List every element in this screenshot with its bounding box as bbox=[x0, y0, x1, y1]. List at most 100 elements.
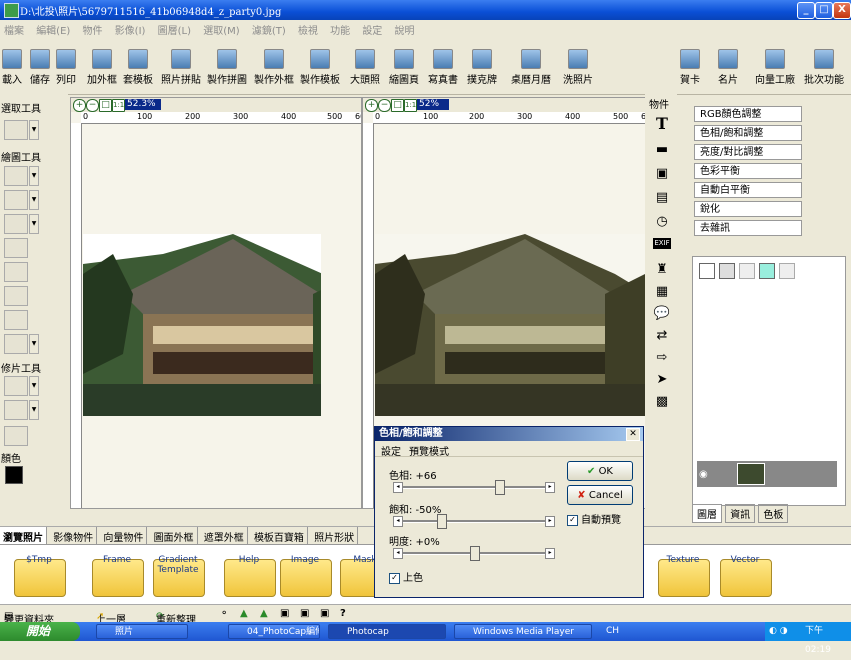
folder-item[interactable]: Image bbox=[280, 553, 332, 597]
greeting-card-button[interactable]: 賀卡 bbox=[680, 39, 700, 86]
slider-right-cap[interactable]: ▸ bbox=[545, 516, 555, 527]
close-button[interactable]: X bbox=[833, 2, 851, 19]
chevron-down-icon[interactable]: ▼ bbox=[29, 214, 39, 234]
chevron-down-icon[interactable]: ▼ bbox=[29, 120, 39, 140]
layer-props-icon[interactable] bbox=[779, 263, 795, 279]
arrow-right-icon[interactable]: ⇨ bbox=[653, 350, 671, 366]
slider-right-cap[interactable]: ▸ bbox=[545, 548, 555, 559]
folder-item[interactable]: $Tmp bbox=[14, 553, 66, 597]
text-tool-icon[interactable]: T bbox=[653, 116, 671, 132]
redeye-tool[interactable] bbox=[4, 426, 28, 446]
menu-function[interactable]: 功能 bbox=[326, 20, 355, 37]
slider-left-cap[interactable]: ◂ bbox=[393, 482, 403, 493]
menu-object[interactable]: 物件 bbox=[79, 20, 108, 37]
tab-template-box[interactable]: 模板百寶箱 bbox=[251, 527, 308, 544]
zoom-in-icon[interactable]: + bbox=[73, 99, 86, 112]
ok-button[interactable]: ✔ OK bbox=[567, 461, 633, 481]
view-sort2-icon[interactable]: ▲ bbox=[260, 608, 268, 619]
adjust-auto-white-balance[interactable]: 自動白平衡 bbox=[694, 182, 802, 198]
view-f1-icon[interactable]: ▣ bbox=[280, 608, 289, 619]
task-media-player[interactable]: Windows Media Player bbox=[454, 624, 592, 639]
batch-button[interactable]: 批次功能 bbox=[804, 39, 844, 86]
checker-icon[interactable]: ▩ bbox=[653, 394, 671, 410]
business-card-button[interactable]: 名片 bbox=[718, 39, 738, 86]
maximize-button[interactable]: □ bbox=[815, 2, 833, 19]
tab-palette[interactable]: 色板 bbox=[758, 504, 789, 523]
view-sort-icon[interactable]: ▲ bbox=[240, 608, 248, 619]
id-photo-button[interactable]: 大頭照 bbox=[350, 39, 380, 86]
apply-template-button[interactable]: 套模板 bbox=[123, 39, 153, 86]
image-object-icon[interactable]: ▬ bbox=[653, 142, 671, 158]
task-photocap-doc[interactable]: 04_PhotoCap編修... bbox=[228, 624, 320, 639]
calendar-button[interactable]: 桌曆月曆 bbox=[511, 39, 551, 86]
menu-filter[interactable]: 濾鏡(T) bbox=[248, 20, 291, 37]
collage-button[interactable]: 照片拼貼 bbox=[161, 39, 201, 86]
arrows-icon[interactable]: ⇄ bbox=[653, 328, 671, 344]
cancel-button[interactable]: ✘ Cancel bbox=[567, 485, 633, 505]
vector-factory-button[interactable]: 向量工廠 bbox=[755, 39, 795, 86]
help-icon[interactable]: ? bbox=[340, 608, 346, 619]
tray-icons[interactable]: ◐ ◑ bbox=[769, 622, 788, 641]
delete-layer-icon[interactable] bbox=[719, 263, 735, 279]
dialog-menu-preview-mode[interactable]: 預覽模式 bbox=[409, 443, 449, 458]
actual-size-icon[interactable]: 1:1 bbox=[112, 99, 125, 112]
line-tool[interactable] bbox=[4, 214, 28, 234]
tab-mask-frames[interactable]: 遮罩外框 bbox=[201, 527, 248, 544]
minimize-button[interactable]: _ bbox=[797, 2, 815, 19]
menu-file[interactable]: 檔案 bbox=[0, 20, 29, 37]
saturation-slider-thumb[interactable] bbox=[436, 514, 447, 529]
adjust-denoise[interactable]: 去雜訊 bbox=[694, 220, 802, 236]
puzzle-button[interactable]: 製作拼圖 bbox=[207, 39, 247, 86]
adjust-sharpen[interactable]: 銳化 bbox=[694, 201, 802, 217]
thumbnail-page-button[interactable]: 縮圖頁 bbox=[389, 39, 419, 86]
rect-select-tool[interactable] bbox=[4, 120, 28, 140]
dialog-menu-settings[interactable]: 設定 bbox=[381, 443, 401, 458]
language-indicator[interactable]: CH bbox=[606, 626, 619, 636]
tab-browse-photos[interactable]: 瀏覽照片 bbox=[0, 527, 47, 544]
tab-photo-shapes[interactable]: 照片形狀 bbox=[311, 527, 359, 544]
chevron-down-icon[interactable]: ▼ bbox=[29, 166, 39, 186]
lock-layer-icon[interactable] bbox=[739, 263, 755, 279]
save-button[interactable]: 儲存 bbox=[30, 39, 50, 86]
menu-settings[interactable]: 設定 bbox=[358, 20, 387, 37]
folder-item[interactable]: Frame bbox=[92, 553, 144, 597]
fill-tool[interactable] bbox=[4, 262, 28, 282]
menu-view[interactable]: 檢視 bbox=[294, 20, 323, 37]
cursor-icon[interactable]: ➤ bbox=[653, 372, 671, 388]
layers-object-icon[interactable]: ▤ bbox=[653, 190, 671, 206]
menu-help[interactable]: 說明 bbox=[391, 20, 420, 37]
eyedropper-tool[interactable] bbox=[4, 238, 28, 258]
auto-preview-checkbox[interactable]: ✓ 自動預覽 bbox=[567, 511, 621, 526]
make-frame-button[interactable]: 製作外框 bbox=[254, 39, 294, 86]
load-button[interactable]: 載入 bbox=[2, 39, 22, 86]
fit-icon[interactable]: □ bbox=[391, 99, 404, 112]
merge-layer-icon[interactable] bbox=[759, 263, 775, 279]
slider-left-cap[interactable]: ◂ bbox=[393, 548, 403, 559]
zoom-out-icon[interactable]: − bbox=[86, 99, 99, 112]
task-photocap[interactable]: Photocap bbox=[328, 624, 446, 639]
chevron-down-icon[interactable]: ▼ bbox=[29, 334, 39, 354]
text-brush-tool[interactable] bbox=[4, 310, 28, 330]
eraser-tool[interactable] bbox=[4, 286, 28, 306]
pencil-tool[interactable] bbox=[4, 166, 28, 186]
brush-tool[interactable] bbox=[4, 190, 28, 210]
photobook-button[interactable]: 寫真書 bbox=[428, 39, 458, 86]
original-canvas[interactable]: + − □ 1:1 52.3% 0 100 200 300 400 500 60… bbox=[70, 97, 362, 509]
view-small-icon[interactable]: ⚬ bbox=[220, 608, 228, 619]
folder-item[interactable]: Help bbox=[224, 553, 276, 597]
chevron-down-icon[interactable]: ▼ bbox=[29, 190, 39, 210]
actual-size-icon[interactable]: 1:1 bbox=[404, 99, 417, 112]
grid-icon[interactable]: ▦ bbox=[653, 284, 671, 300]
clock-icon[interactable]: ◷ bbox=[653, 214, 671, 230]
adjust-rgb[interactable]: RGB顏色調整 bbox=[694, 106, 802, 122]
chevron-down-icon[interactable]: ▼ bbox=[29, 376, 39, 396]
clone-tool[interactable] bbox=[4, 400, 28, 420]
menu-edit[interactable]: 編輯(E) bbox=[32, 20, 75, 37]
poker-card-button[interactable]: 撲克牌 bbox=[467, 39, 497, 86]
frame-object-icon[interactable]: ▣ bbox=[653, 166, 671, 182]
foreground-color-swatch[interactable] bbox=[5, 466, 23, 484]
zoom-out-icon[interactable]: − bbox=[378, 99, 391, 112]
folder-item[interactable]: Vector bbox=[720, 553, 772, 597]
hue-slider-thumb[interactable] bbox=[494, 480, 505, 495]
view-f3-icon[interactable]: ▣ bbox=[320, 608, 329, 619]
